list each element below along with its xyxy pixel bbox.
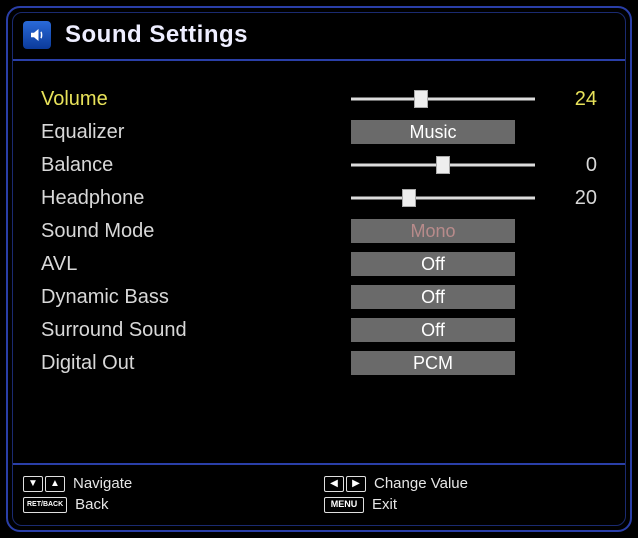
setting-row[interactable]: Dynamic BassOff <box>41 281 597 313</box>
setting-label: AVL <box>41 253 351 276</box>
setting-row[interactable]: Surround SoundOff <box>41 314 597 346</box>
slider-value: 0 <box>551 154 597 177</box>
setting-slider[interactable]: 20 <box>351 186 597 210</box>
setting-select[interactable]: Off <box>351 252 515 276</box>
setting-row[interactable]: EqualizerMusic <box>41 116 597 148</box>
setting-label: Digital Out <box>41 352 351 375</box>
setting-label: Volume <box>41 88 351 111</box>
hint-back: RET/BACK Back <box>23 496 314 513</box>
hint-change: ◀ ▶ Change Value <box>324 475 615 492</box>
setting-select[interactable]: Off <box>351 285 515 309</box>
slider-value: 24 <box>551 88 597 111</box>
up-key-icon: ▲ <box>45 476 65 492</box>
setting-label: Balance <box>41 154 351 177</box>
setting-row[interactable]: Headphone 20 <box>41 182 597 214</box>
slider-thumb[interactable] <box>436 156 450 174</box>
setting-row[interactable]: Balance 0 <box>41 149 597 181</box>
down-key-icon: ▼ <box>23 476 43 492</box>
setting-select[interactable]: Mono <box>351 219 515 243</box>
slider-thumb[interactable] <box>414 90 428 108</box>
setting-slider[interactable]: 24 <box>351 87 597 111</box>
setting-row[interactable]: Volume 24 <box>41 83 597 115</box>
setting-value-wrap: Mono <box>351 215 597 247</box>
setting-label: Headphone <box>41 187 351 210</box>
panel-inner: Sound Settings Volume24EqualizerMusicBal… <box>12 12 626 526</box>
setting-select[interactable]: PCM <box>351 351 515 375</box>
slider-track[interactable] <box>351 153 535 177</box>
slider-track[interactable] <box>351 186 535 210</box>
slider-thumb[interactable] <box>402 189 416 207</box>
setting-value-wrap: 20 <box>351 182 597 214</box>
setting-value-wrap: Music <box>351 116 597 148</box>
hint-exit-label: Exit <box>372 496 397 513</box>
sound-icon <box>23 21 51 49</box>
setting-value-wrap: Off <box>351 314 597 346</box>
setting-label: Equalizer <box>41 121 351 144</box>
footer-hints: ▼ ▲ Navigate ◀ ▶ Change Value RET/BACK B… <box>13 463 625 525</box>
slider-track[interactable] <box>351 87 535 111</box>
slider-line <box>351 98 535 101</box>
setting-row[interactable]: AVLOff <box>41 248 597 280</box>
hint-navigate-label: Navigate <box>73 475 132 492</box>
setting-value-wrap: Off <box>351 281 597 313</box>
hint-exit: MENU Exit <box>324 496 615 513</box>
setting-label: Dynamic Bass <box>41 286 351 309</box>
slider-value: 20 <box>551 187 597 210</box>
titlebar: Sound Settings <box>13 13 625 61</box>
setting-select[interactable]: Off <box>351 318 515 342</box>
setting-row[interactable]: Sound ModeMono <box>41 215 597 247</box>
setting-value-wrap: Off <box>351 248 597 280</box>
retback-key-icon: RET/BACK <box>23 497 67 513</box>
right-key-icon: ▶ <box>346 476 366 492</box>
left-key-icon: ◀ <box>324 476 344 492</box>
setting-select[interactable]: Music <box>351 120 515 144</box>
setting-value-wrap: 24 <box>351 83 597 115</box>
settings-panel: Sound Settings Volume24EqualizerMusicBal… <box>6 6 632 532</box>
slider-line <box>351 197 535 200</box>
page-title: Sound Settings <box>65 21 248 49</box>
settings-list: Volume24EqualizerMusicBalance0Headphone2… <box>13 61 625 463</box>
menu-key-icon: MENU <box>324 497 364 513</box>
setting-value-wrap: 0 <box>351 149 597 181</box>
setting-row[interactable]: Digital OutPCM <box>41 347 597 379</box>
setting-label: Surround Sound <box>41 319 351 342</box>
hint-change-label: Change Value <box>374 475 468 492</box>
hint-navigate: ▼ ▲ Navigate <box>23 475 314 492</box>
setting-slider[interactable]: 0 <box>351 153 597 177</box>
hint-back-label: Back <box>75 496 108 513</box>
setting-value-wrap: PCM <box>351 347 597 379</box>
setting-label: Sound Mode <box>41 220 351 243</box>
